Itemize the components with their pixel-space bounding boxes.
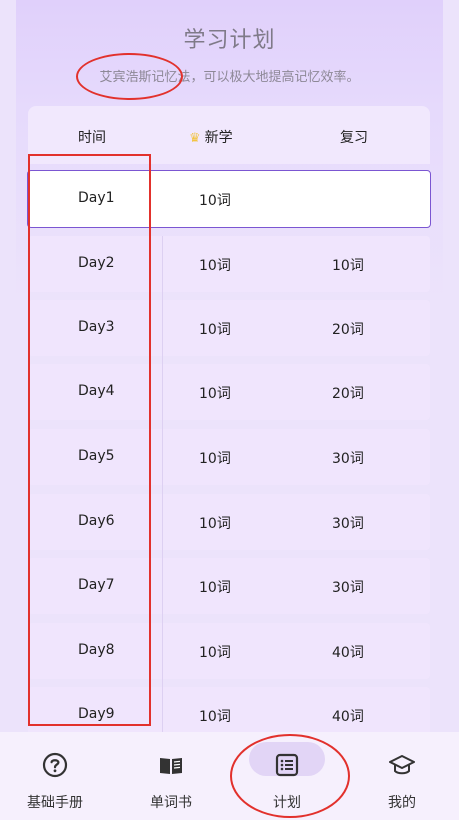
cell-review: 30词 <box>332 516 364 532</box>
column-divider <box>162 236 163 732</box>
graduation-cap-icon <box>389 755 415 775</box>
crown-icon: ♛ <box>189 131 201 146</box>
cell-new: 10词 <box>199 645 231 661</box>
cell-review: 30词 <box>332 451 364 467</box>
cell-new: 10词 <box>199 451 231 467</box>
question-circle-icon <box>42 752 68 778</box>
tab-handbook[interactable]: 基础手册 <box>10 732 100 820</box>
tab-label: 我的 <box>388 795 416 811</box>
tab-label: 基础手册 <box>27 795 83 811</box>
annotation-rect-day-column <box>28 154 151 726</box>
cell-new: 10词 <box>199 322 231 338</box>
page-title: 学习计划 <box>183 28 276 53</box>
cell-review: 40词 <box>332 645 364 661</box>
cell-new: 10词 <box>199 516 231 532</box>
annotation-ellipse-subtitle <box>76 53 183 100</box>
column-header-time: 时间 <box>78 130 106 146</box>
column-header-new: ♛ 新学 <box>189 127 233 147</box>
column-header-review: 复习 <box>340 130 368 146</box>
cell-new: 10词 <box>199 258 231 274</box>
column-header-new-label: 新学 <box>204 130 233 146</box>
tab-label: 单词书 <box>150 795 192 811</box>
cell-review: 20词 <box>332 386 364 402</box>
tab-mine[interactable]: 我的 <box>357 732 447 820</box>
tab-wordbook[interactable]: 单词书 <box>126 732 216 820</box>
annotation-ellipse-plan-tab <box>230 734 350 818</box>
cell-review: 40词 <box>332 709 364 725</box>
cell-review: 10词 <box>332 258 364 274</box>
cell-new: 10词 <box>199 193 231 209</box>
open-book-icon <box>160 758 182 774</box>
cell-review: 20词 <box>332 322 364 338</box>
cell-new: 10词 <box>199 709 231 725</box>
cell-review: 30词 <box>332 580 364 596</box>
cell-new: 10词 <box>199 580 231 596</box>
cell-new: 10词 <box>199 386 231 402</box>
